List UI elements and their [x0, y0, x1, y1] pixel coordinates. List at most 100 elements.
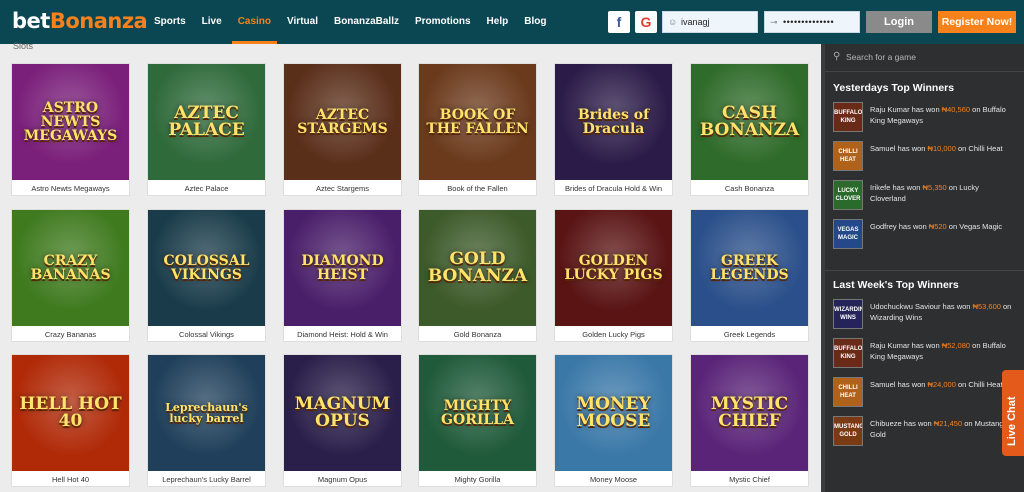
- game-art-title: Leprechaun's lucky barrel: [165, 400, 248, 425]
- game-thumbnail[interactable]: AZTEC PALACE: [148, 64, 265, 180]
- nav-sports[interactable]: Sports: [146, 0, 194, 44]
- game-art-title: Brides of Dracula: [577, 106, 650, 137]
- game-thumbnail[interactable]: CASH BONANZA: [691, 64, 808, 180]
- winner-game-thumbnail: CHILLI HEAT: [833, 377, 863, 407]
- game-tile[interactable]: CASH BONANZA Cash Bonanza: [690, 63, 809, 196]
- game-tile[interactable]: DIAMOND HEIST Diamond Heist: Hold & Win: [283, 209, 402, 342]
- game-thumbnail[interactable]: GREEK LEGENDS: [691, 210, 808, 326]
- winner-row[interactable]: WIZARDING WINS Udochuckwu Saviour has won…: [833, 299, 1015, 329]
- winner-text: Udochuckwu Saviour has won ₦53,600 on Wi…: [870, 301, 1016, 323]
- game-art-title: HELL HOT 40: [19, 393, 122, 431]
- winner-game-thumbnail: BUFFALO KING: [833, 338, 863, 368]
- betbonanza-logo[interactable]: betBonanza: [12, 9, 148, 33]
- game-thumbnail[interactable]: MIGHTY GORILLA: [419, 355, 536, 471]
- game-art-title: MAGNUM OPUS: [294, 393, 391, 431]
- game-thumbnail[interactable]: Brides of Dracula: [555, 64, 672, 180]
- nav-bonanzaballz[interactable]: BonanzaBallz: [326, 0, 407, 44]
- live-chat-button[interactable]: Live Chat: [1002, 370, 1024, 456]
- winner-row[interactable]: BUFFALO KING Raju Kumar has won ₦52,080 o…: [833, 338, 1015, 368]
- game-tile[interactable]: MONEY MOOSE Money Moose: [554, 354, 673, 487]
- nav-live[interactable]: Live: [194, 0, 230, 44]
- game-tile[interactable]: MIGHTY GORILLA Mighty Gorilla: [418, 354, 537, 487]
- main-nav: Sports Live Casino Virtual BonanzaBallz Promo…: [146, 0, 554, 44]
- game-thumbnail[interactable]: HELL HOT 40: [12, 355, 129, 471]
- game-tile[interactable]: BOOK OF THE FALLEN Book of the Fallen: [418, 63, 537, 196]
- sidebar-scrollbar[interactable]: [821, 44, 825, 492]
- facebook-login-button[interactable]: f: [608, 11, 630, 33]
- logo-part-bet: bet: [12, 9, 50, 33]
- game-thumbnail[interactable]: GOLDEN LUCKY PIGS: [555, 210, 672, 326]
- winner-row[interactable]: CHILLI HEAT Samuel has won ₦24,000 on Chi…: [833, 377, 1015, 407]
- winner-row[interactable]: CHILLI HEAT Samuel has won ₦10,000 on Chi…: [833, 141, 1015, 171]
- winner-name: Raju Kumar has won: [870, 341, 942, 350]
- game-tile[interactable]: MAGNUM OPUS Magnum Opus: [283, 354, 402, 487]
- game-tile[interactable]: COLOSSAL VIKINGS Colossal Vikings: [147, 209, 266, 342]
- game-thumbnail[interactable]: AZTEC STARGEMS: [284, 64, 401, 180]
- nav-promotions[interactable]: Promotions: [407, 0, 479, 44]
- game-thumbnail[interactable]: MAGNUM OPUS: [284, 355, 401, 471]
- nav-virtual[interactable]: Virtual: [279, 0, 326, 44]
- winner-amount: ₦10,000: [927, 144, 956, 153]
- winner-row[interactable]: LUCKY CLOVER Irikefe has won ₦5,350 on Lu…: [833, 180, 1015, 210]
- game-tile[interactable]: MYSTIC CHIEF Mystic Chief: [690, 354, 809, 487]
- username-input[interactable]: ☺ ivanagj: [662, 11, 758, 33]
- winner-row[interactable]: BUFFALO KING Raju Kumar has won ₦40,560 o…: [833, 102, 1015, 132]
- nav-casino[interactable]: Casino: [230, 0, 279, 44]
- game-tile[interactable]: AZTEC STARGEMS Aztec Stargems: [283, 63, 402, 196]
- game-search-input[interactable]: ⚲ Search for a game: [821, 44, 1024, 72]
- game-name: Gold Bonanza: [453, 330, 502, 339]
- game-thumbnail[interactable]: GOLD BONANZA: [419, 210, 536, 326]
- game-tile[interactable]: Brides of Dracula Brides of Dracula Hold …: [554, 63, 673, 196]
- winner-text: Irikefe has won ₦5,350 on Lucky Cloverla…: [870, 182, 1016, 204]
- winner-amount: ₦40,560: [941, 105, 971, 114]
- game-name: Aztec Palace: [184, 184, 229, 193]
- game-tile[interactable]: GOLDEN LUCKY PIGS Golden Lucky Pigs: [554, 209, 673, 342]
- winner-amount: ₦520: [928, 222, 947, 231]
- login-button[interactable]: Login: [866, 11, 932, 33]
- game-thumbnail[interactable]: DIAMOND HEIST: [284, 210, 401, 326]
- game-art-title: GOLD BONANZA: [427, 248, 528, 286]
- winner-name: Godfrey has won: [870, 222, 929, 231]
- game-tile[interactable]: GREEK LEGENDS Greek Legends: [690, 209, 809, 342]
- game-art-title: MONEY MOOSE: [576, 393, 651, 431]
- game-name: Astro Newts Megaways: [31, 184, 110, 193]
- game-name: Cash Bonanza: [724, 184, 775, 193]
- game-name: Golden Lucky Pigs: [582, 330, 645, 339]
- search-placeholder: Search for a game: [846, 52, 916, 62]
- game-thumbnail[interactable]: MYSTIC CHIEF: [691, 355, 808, 471]
- username-value: ivanagj: [681, 17, 710, 27]
- nav-blog[interactable]: Blog: [516, 0, 554, 44]
- game-thumbnail[interactable]: CRAZY BANANAS: [12, 210, 129, 326]
- winner-amount: ₦24,000: [927, 380, 956, 389]
- winner-game-thumbnail: VEGAS MAGIC: [833, 219, 863, 249]
- winner-text: Chibueze has won ₦21,450 on Mustang Gold: [870, 418, 1016, 440]
- game-grid: Slots ASTRO NEWTS MEGAWAYS Astro Newts Me…: [0, 41, 820, 492]
- game-tile[interactable]: CRAZY BANANAS Crazy Bananas: [11, 209, 130, 342]
- game-thumbnail[interactable]: BOOK OF THE FALLEN: [419, 64, 536, 180]
- game-tile[interactable]: AZTEC PALACE Aztec Palace: [147, 63, 266, 196]
- winner-row[interactable]: MUSTANG GOLD Chibueze has won ₦21,450 on …: [833, 416, 1015, 446]
- game-thumbnail[interactable]: MONEY MOOSE: [555, 355, 672, 471]
- winner-amount: ₦21,450: [933, 419, 963, 428]
- google-login-button[interactable]: G: [635, 11, 657, 33]
- game-thumbnail[interactable]: ASTRO NEWTS MEGAWAYS: [12, 64, 129, 180]
- game-art-title: DIAMOND HEIST: [301, 252, 384, 283]
- password-input[interactable]: ⊸ ••••••••••••••: [764, 11, 860, 33]
- key-icon: ⊸: [770, 17, 779, 27]
- game-thumbnail[interactable]: Leprechaun's lucky barrel: [148, 355, 265, 471]
- game-art-title: CASH BONANZA: [699, 102, 800, 140]
- winner-game: on Vegas Magic: [946, 222, 1003, 231]
- facebook-icon: f: [616, 14, 622, 30]
- search-icon: ⚲: [833, 51, 841, 62]
- game-tile[interactable]: Leprechaun's lucky barrel Leprechaun's Lu…: [147, 354, 266, 487]
- logo-part-bonanza: Bonanza: [49, 9, 148, 33]
- winner-game: on Chilli Heat: [955, 380, 1003, 389]
- game-tile[interactable]: HELL HOT 40 Hell Hot 40: [11, 354, 130, 487]
- game-tile[interactable]: ASTRO NEWTS MEGAWAYS Astro Newts Megaways: [11, 63, 130, 196]
- game-tile[interactable]: GOLD BONANZA Gold Bonanza: [418, 209, 537, 342]
- winner-amount: ₦5,350: [922, 183, 947, 192]
- winner-row[interactable]: VEGAS MAGIC Godfrey has won ₦520 on Vegas…: [833, 219, 1015, 249]
- game-thumbnail[interactable]: COLOSSAL VIKINGS: [148, 210, 265, 326]
- nav-help[interactable]: Help: [479, 0, 517, 44]
- register-button[interactable]: Register Now!: [938, 11, 1016, 33]
